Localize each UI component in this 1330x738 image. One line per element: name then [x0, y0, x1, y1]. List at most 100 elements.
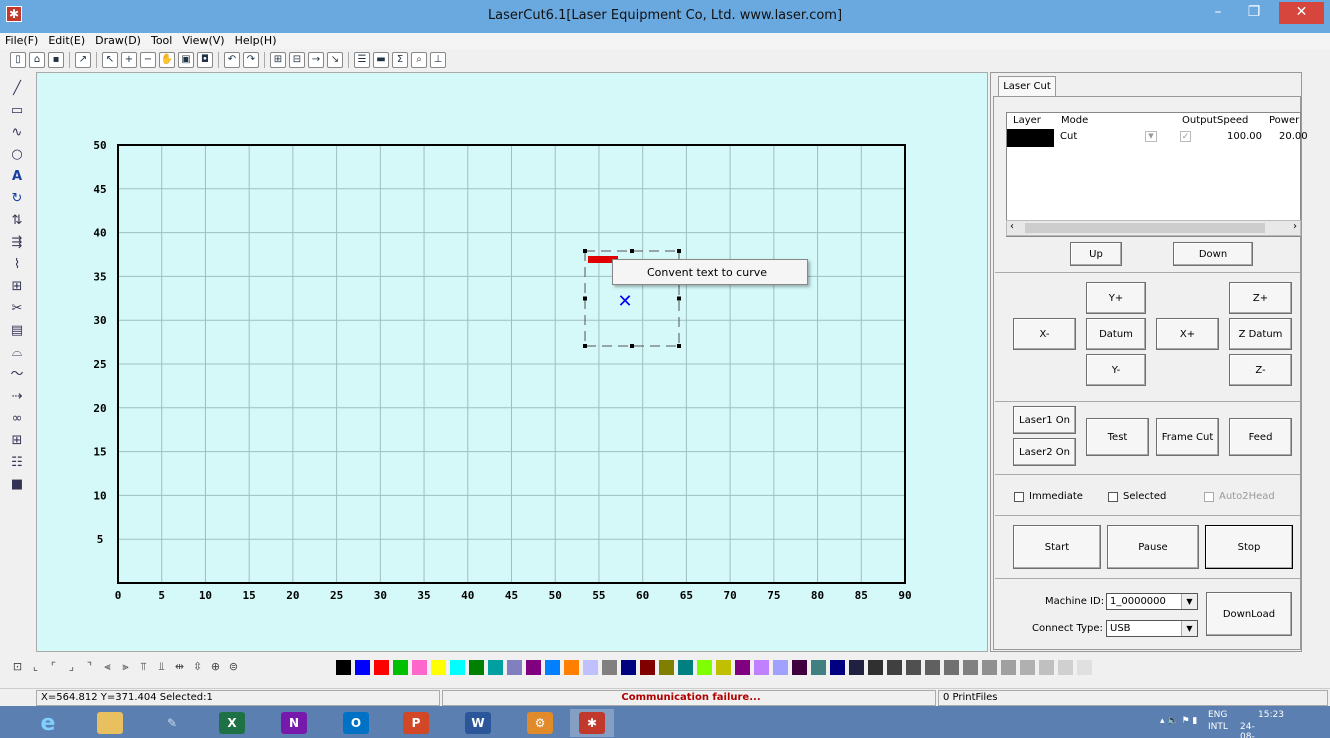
node-tool-icon[interactable]: ⌇ [9, 256, 25, 274]
scroll-left-icon[interactable]: ‹ [1010, 221, 1014, 232]
align-top-right-icon[interactable]: ⌝ [82, 659, 97, 674]
color-swatch[interactable] [545, 660, 560, 675]
join-tool-icon[interactable]: ⇢ [9, 388, 25, 406]
fill-tool-icon[interactable]: ■ [9, 476, 25, 494]
word-icon[interactable]: W [458, 709, 498, 737]
line-tool-icon[interactable]: ╱ [9, 80, 25, 98]
y-plus-button[interactable]: Y+ [1086, 282, 1146, 314]
lasercut-taskbar-icon[interactable]: ✱ [570, 709, 614, 737]
center-icon[interactable]: ⊕ [208, 659, 223, 674]
minimize-button[interactable]: – [1198, 2, 1238, 24]
sigma-icon[interactable]: Σ [392, 52, 408, 68]
color-swatch[interactable] [906, 660, 921, 675]
color-swatch[interactable] [659, 660, 674, 675]
frame-cut-button[interactable]: Frame Cut [1156, 418, 1219, 456]
circle-array-icon[interactable]: ∞ [9, 410, 25, 428]
offset-tool-icon[interactable]: ⌓ [9, 344, 25, 362]
align-bottom-right-icon[interactable]: ⌟ [64, 659, 79, 674]
select-icon[interactable]: ↖ [102, 52, 118, 68]
color-swatch[interactable] [697, 660, 712, 675]
lang-intl[interactable]: INTL [1208, 722, 1228, 732]
x-minus-button[interactable]: X- [1013, 318, 1076, 350]
fit-page-icon[interactable]: ▣ [178, 52, 194, 68]
ellipse-tool-icon[interactable]: ○ [9, 146, 25, 164]
row-power[interactable]: 20.00 [1279, 131, 1308, 142]
stop-button[interactable]: Stop [1205, 525, 1293, 569]
color-swatch[interactable] [868, 660, 883, 675]
menu-tool[interactable]: Tool [146, 33, 177, 49]
menu-view[interactable]: View(V) [177, 33, 229, 49]
node-edit-icon[interactable]: ↘ [327, 52, 343, 68]
color-swatch[interactable] [678, 660, 693, 675]
color-swatch[interactable] [355, 660, 370, 675]
list-tool-icon[interactable]: ☷ [9, 454, 25, 472]
immediate-checkbox[interactable]: Immediate [1014, 491, 1083, 502]
x-plus-button[interactable]: X+ [1156, 318, 1219, 350]
color-swatch[interactable] [431, 660, 446, 675]
color-swatch[interactable] [925, 660, 940, 675]
color-swatch[interactable] [564, 660, 579, 675]
context-menu-item-convert[interactable]: Convent text to curve [647, 266, 767, 279]
center-h-icon[interactable]: ⇹ [172, 659, 187, 674]
pan-hand-icon[interactable]: ✋ [159, 52, 175, 68]
color-swatch[interactable] [944, 660, 959, 675]
color-swatch[interactable] [450, 660, 465, 675]
color-swatch[interactable] [336, 660, 351, 675]
hatch-tool-icon[interactable]: ▤ [9, 322, 25, 340]
y-minus-button[interactable]: Y- [1086, 354, 1146, 386]
color-swatch[interactable] [849, 660, 864, 675]
align-left-icon[interactable]: ⫷ [100, 659, 115, 674]
menu-file[interactable]: File(F) [0, 33, 43, 49]
color-swatch[interactable] [374, 660, 389, 675]
redo-icon[interactable]: ↷ [243, 52, 259, 68]
group-icon[interactable]: ⊞ [270, 52, 286, 68]
outlook-icon[interactable]: O [336, 709, 376, 737]
color-swatch[interactable] [526, 660, 541, 675]
onenote-icon[interactable]: N [274, 709, 314, 737]
color-swatch[interactable] [1058, 660, 1073, 675]
tab-laser-cut[interactable]: Laser Cut [998, 76, 1056, 96]
text-tool-icon[interactable]: A [9, 168, 25, 186]
align-right-icon[interactable]: ⫸ [118, 659, 133, 674]
mirror-tool-icon[interactable]: ⇅ [9, 212, 25, 230]
save-icon[interactable]: ▪ [48, 52, 64, 68]
download-button[interactable]: DownLoad [1206, 592, 1292, 636]
laser1-on-button[interactable]: Laser1 On [1013, 406, 1076, 434]
zoom-in-icon[interactable]: + [121, 52, 137, 68]
selected-checkbox[interactable]: Selected [1108, 491, 1166, 502]
tray-icons[interactable]: ▴ 🔈 ⚑ ▮ [1160, 716, 1240, 726]
properties-icon[interactable]: ☰ [354, 52, 370, 68]
center-v-icon[interactable]: ⇳ [190, 659, 205, 674]
pause-button[interactable]: Pause [1107, 525, 1199, 569]
preview-icon[interactable]: ⌕ [411, 52, 427, 68]
lang-eng[interactable]: ENG [1208, 710, 1227, 720]
test-button[interactable]: Test [1086, 418, 1149, 456]
clock-date[interactable]: 24-08-2017 [1240, 722, 1263, 738]
rotate-tool-icon[interactable]: ↻ [9, 190, 25, 208]
grid-array-icon[interactable]: ⊞ [9, 432, 25, 450]
color-swatch[interactable] [602, 660, 617, 675]
import-icon[interactable]: ↗ [75, 52, 91, 68]
down-button[interactable]: Down [1173, 242, 1253, 266]
close-button[interactable]: ✕ [1279, 2, 1324, 24]
color-swatch[interactable] [1077, 660, 1092, 675]
color-swatch[interactable] [963, 660, 978, 675]
row-speed[interactable]: 100.00 [1227, 131, 1262, 142]
color-swatch[interactable] [583, 660, 598, 675]
color-swatch[interactable] [640, 660, 655, 675]
color-swatch[interactable] [754, 660, 769, 675]
up-button[interactable]: Up [1070, 242, 1122, 266]
align-box-icon[interactable]: ⊡ [10, 659, 25, 674]
machine-icon[interactable]: ▬ [373, 52, 389, 68]
color-swatch[interactable] [735, 660, 750, 675]
color-swatch[interactable] [1001, 660, 1016, 675]
menu-edit[interactable]: Edit(E) [43, 33, 90, 49]
arrow-icon[interactable]: → [308, 52, 324, 68]
connect-type-select[interactable]: USB ▼ [1106, 620, 1198, 637]
open-file-icon[interactable]: ⌂ [29, 52, 45, 68]
maximize-button[interactable]: ❐ [1234, 2, 1274, 24]
app-orange-icon[interactable]: ⚙ [520, 709, 560, 737]
array-tool-icon[interactable]: ⊞ [9, 278, 25, 296]
align-bottom-icon[interactable]: ⫫ [154, 659, 169, 674]
color-swatch[interactable] [393, 660, 408, 675]
